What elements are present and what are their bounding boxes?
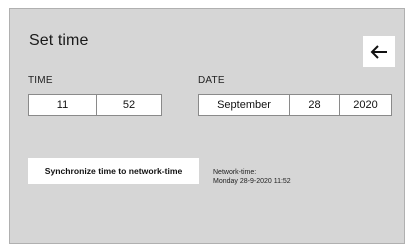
day-field[interactable]: 28 xyxy=(289,95,339,115)
sync-network-time-button[interactable]: Synchronize time to network-time xyxy=(28,158,199,184)
date-fields: September 28 2020 xyxy=(198,94,392,116)
network-time-label: Network-time: xyxy=(213,169,257,176)
sync-button-label: Synchronize time to network-time xyxy=(44,166,183,176)
time-label: TIME xyxy=(28,75,53,86)
network-time-info: Network-time: Monday 28-9-2020 11:52 xyxy=(213,168,291,186)
year-field[interactable]: 2020 xyxy=(339,95,391,115)
time-fields: 11 52 xyxy=(28,94,162,116)
minute-field[interactable]: 52 xyxy=(96,95,161,115)
hour-field[interactable]: 11 xyxy=(29,95,96,115)
set-time-panel: Set time TIME 11 52 DATE September 28 20… xyxy=(9,8,405,244)
back-button[interactable] xyxy=(363,36,395,67)
network-time-value: Monday 28-9-2020 11:52 xyxy=(213,178,291,185)
arrow-left-icon xyxy=(370,44,387,59)
page-title: Set time xyxy=(29,32,89,49)
month-field[interactable]: September xyxy=(199,95,289,115)
date-label: DATE xyxy=(198,75,225,86)
